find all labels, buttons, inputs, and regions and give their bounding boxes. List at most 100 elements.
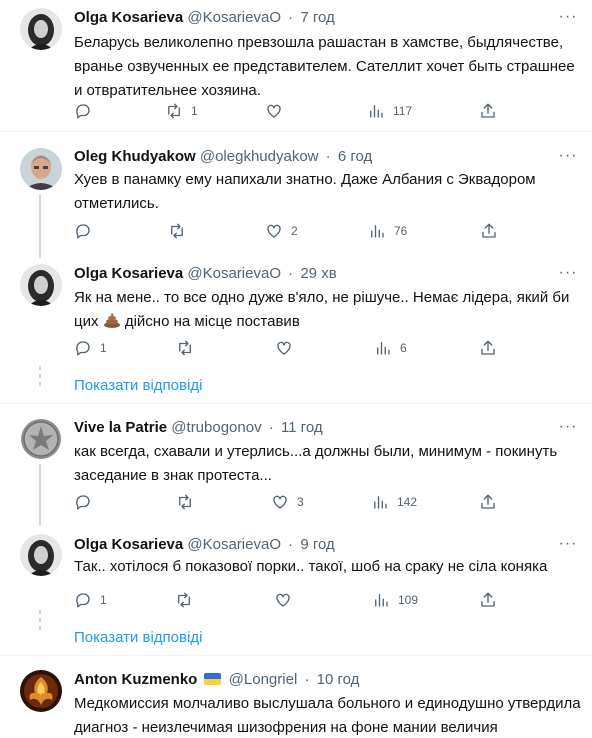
tweet-header: Olga Kosarieva @KosarievaO · 9 год [74,535,335,555]
views-button[interactable]: 6 [374,338,407,358]
avatar-olga[interactable] [20,264,62,306]
avatar-olga[interactable] [20,534,62,576]
reply-count: 1 [100,593,107,607]
tweet-6[interactable]: Anton Kuzmenko @Longriel · 10 год Медком… [0,656,592,738]
retweet-button[interactable]: 1 [165,101,198,121]
hidden-replies-connector [39,366,41,396]
avatar-oleg[interactable] [20,148,62,190]
views-icon [374,496,387,509]
timestamp[interactable]: 7 год [300,9,334,26]
like-count: 2 [291,224,298,238]
views-count: 76 [394,224,408,238]
tweet-actions: 1 117 [74,101,514,121]
retweet-button[interactable] [176,492,202,512]
tweet-actions: 1 6 [74,338,514,358]
author-handle[interactable]: @Longriel [229,671,298,688]
reply-button[interactable]: 1 [74,338,107,358]
tweet-2[interactable]: Oleg Khudyakow @olegkhudyakow · 6 год ··… [0,132,592,258]
separator-dot: · [288,265,294,282]
like-button[interactable]: 3 [271,492,304,512]
views-icon [375,594,388,607]
tweet-header: Olga Kosarieva @KosarievaO · 7 год [74,8,335,28]
reply-button[interactable] [74,492,100,512]
author-name[interactable]: Olga Kosarieva [74,536,183,553]
share-button[interactable] [479,338,497,358]
author-handle[interactable]: @KosarievaO [187,265,281,282]
views-button[interactable]: 109 [372,590,418,610]
more-icon[interactable]: ··· [558,148,578,169]
tweet-header: Oleg Khudyakow @olegkhudyakow · 6 год [74,147,372,167]
avatar-olga[interactable] [20,8,62,50]
retweet-button[interactable] [175,590,201,610]
views-button[interactable]: 117 [367,101,412,121]
like-button[interactable] [274,590,300,610]
share-button[interactable] [480,221,498,241]
reply-button[interactable] [74,101,100,121]
more-icon[interactable]: ··· [558,536,578,557]
share-button[interactable] [479,590,497,610]
retweet-icon [171,223,183,239]
author-name[interactable]: Anton Kuzmenko [74,671,197,688]
author-name[interactable]: Olga Kosarieva [74,9,183,26]
retweet-icon [179,494,191,510]
avatar-vive-la-patrie[interactable] [20,418,62,460]
separator-dot: · [325,148,331,165]
reply-button[interactable] [74,221,100,241]
share-button[interactable] [479,101,497,121]
reply-count: 1 [100,341,107,355]
separator-dot: · [288,9,294,26]
separator-dot: · [304,671,310,688]
like-icon [277,341,291,355]
like-button[interactable] [275,338,301,358]
retweet-button[interactable] [176,338,202,358]
author-handle[interactable]: @trubogonov [171,419,261,436]
views-icon [377,342,390,355]
more-icon[interactable]: ··· [558,9,578,30]
reply-icon [76,341,90,356]
retweet-button[interactable] [168,221,194,241]
tweet-3[interactable]: Olga Kosarieva @KosarievaO · 29 хв ··· Я… [0,258,592,403]
show-replies-link[interactable]: Показати відповіді [74,628,202,648]
author-handle[interactable]: @olegkhudyakow [200,148,319,165]
thread-line [39,194,41,258]
like-count: 3 [297,495,304,509]
tweet-text: Беларусь великолепно превзошла рашастан … [74,34,575,99]
views-button[interactable]: 76 [368,221,407,241]
views-button[interactable]: 142 [371,492,417,512]
tweet-text: Медкомиссия молчаливо выслушала больного… [74,695,581,736]
tweet-text: как всегда, схавали и утерлись...а должн… [74,443,558,484]
more-icon[interactable]: ··· [558,419,578,440]
retweet-icon [168,103,180,119]
reply-icon [76,495,90,510]
avatar-anton[interactable] [20,670,62,712]
retweet-icon [179,340,191,356]
timestamp[interactable]: 6 год [338,148,372,165]
author-handle[interactable]: @KosarievaO [187,9,281,26]
share-icon [481,103,495,118]
views-count: 6 [400,341,407,355]
author-handle[interactable]: @KosarievaO [187,536,281,553]
author-name[interactable]: Olga Kosarieva [74,265,183,282]
like-button[interactable] [265,101,291,121]
tweet-text: Хуев в панамку ему напихали знатно. Даже… [74,171,536,212]
author-name[interactable]: Vive la Patrie [74,419,167,436]
more-icon[interactable]: ··· [558,265,578,286]
reply-button[interactable]: 1 [74,590,107,610]
tweet-header: Vive la Patrie @trubogonov · 11 год [74,418,323,438]
tweet-4[interactable]: Vive la Patrie @trubogonov · 11 год ··· … [0,404,592,526]
separator-dot: · [288,536,294,553]
tweet-1[interactable]: Olga Kosarieva @KosarievaO · 7 год ··· Б… [0,0,592,131]
show-replies-link[interactable]: Показати відповіді [74,376,202,396]
like-button[interactable]: 2 [265,221,298,241]
timestamp[interactable]: 9 год [300,536,334,553]
tweet-5[interactable]: Olga Kosarieva @KosarievaO · 9 год ··· Т… [0,526,592,655]
share-button[interactable] [479,492,497,512]
views-count: 117 [393,104,413,118]
reply-icon [76,104,90,119]
timestamp[interactable]: 11 год [281,419,323,436]
tweet-text: Як на мене.. то все одно дуже в'яло, не … [74,286,584,334]
timestamp[interactable]: 29 хв [300,265,336,282]
timestamp[interactable]: 10 год [317,671,360,688]
tweet-actions: 2 76 [74,221,514,241]
author-name[interactable]: Oleg Khudyakow [74,148,196,165]
